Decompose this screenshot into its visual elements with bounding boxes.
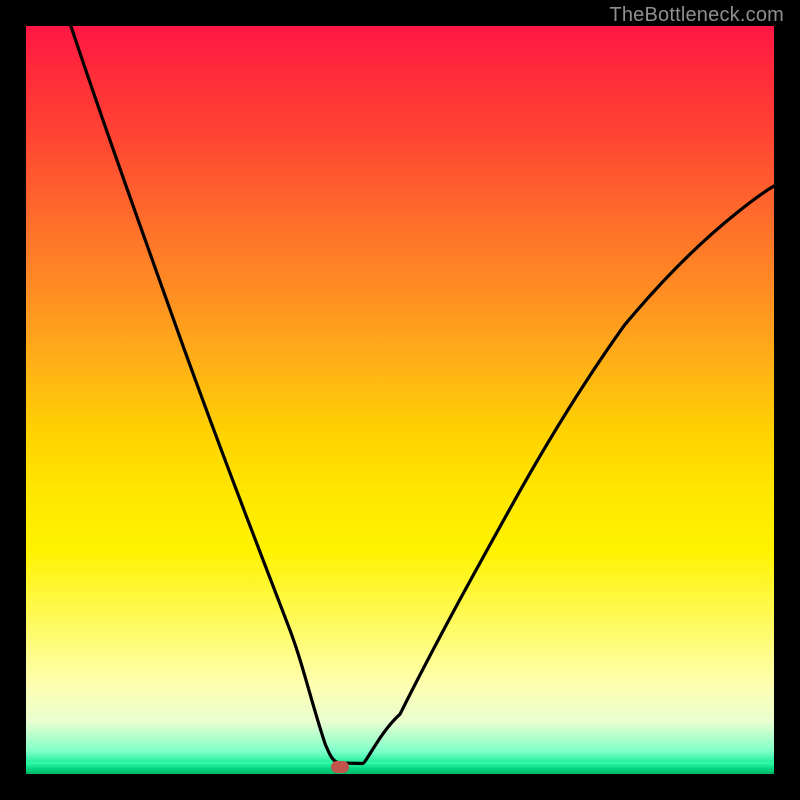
curve-path [71, 26, 774, 764]
bottleneck-curve [26, 26, 774, 774]
watermark-text: TheBottleneck.com [609, 4, 784, 27]
plot-area [26, 26, 774, 774]
optimal-point-marker [331, 761, 349, 773]
chart-frame: TheBottleneck.com [0, 0, 800, 800]
